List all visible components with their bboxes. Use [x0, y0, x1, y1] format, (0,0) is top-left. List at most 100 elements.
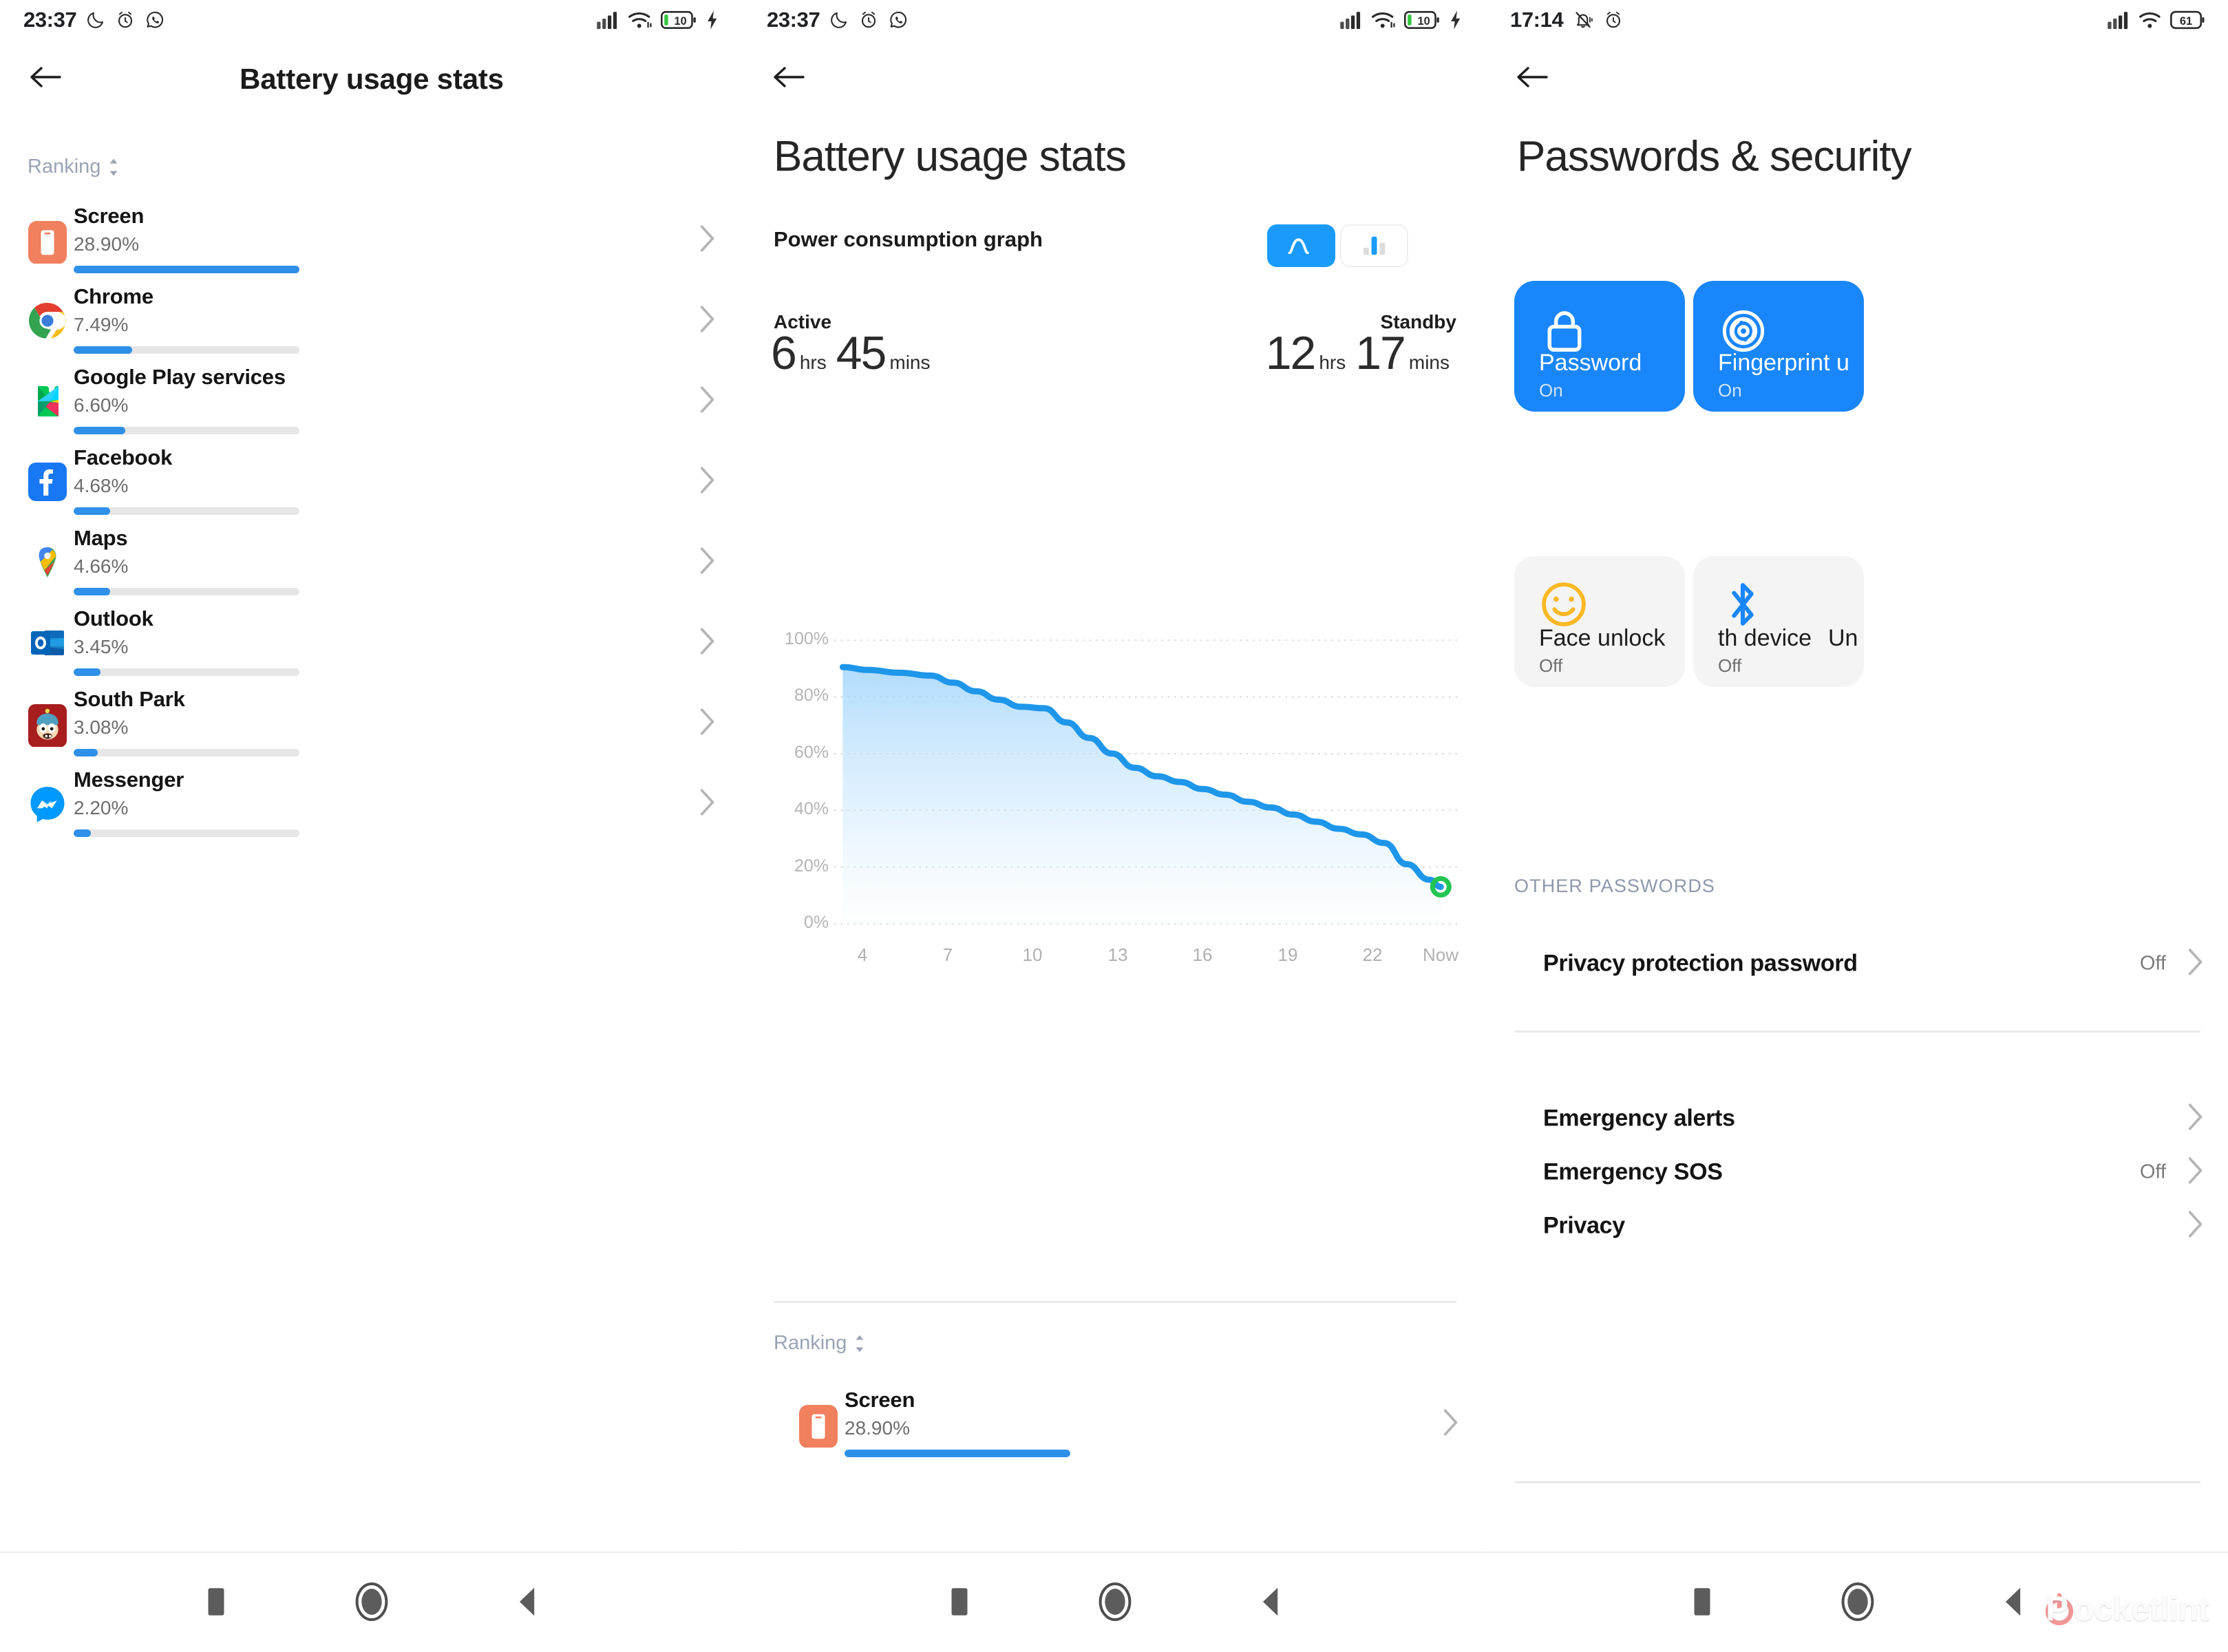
usage-progress-bar — [74, 427, 299, 434]
row-chevron[interactable] — [697, 384, 715, 418]
row-chevron[interactable] — [2185, 947, 2203, 981]
row-chevron[interactable] — [2185, 1156, 2203, 1189]
row-chevron[interactable] — [697, 787, 715, 820]
status-bar-clock: 23:37 — [23, 8, 77, 32]
screen-icon — [28, 220, 67, 264]
app-percent: 28.90% — [845, 1417, 910, 1439]
tile-label: Fingerprint u — [1718, 350, 1849, 376]
row-chevron[interactable] — [697, 223, 715, 257]
bar-graph-toggle[interactable] — [1340, 224, 1408, 267]
facebook-icon — [28, 462, 67, 501]
home-button[interactable] — [1037, 1580, 1193, 1623]
table-row[interactable]: Maps 4.66% — [0, 522, 743, 602]
row-chevron[interactable] — [2185, 1102, 2203, 1136]
recents-square-icon — [951, 1588, 968, 1616]
row-label: Privacy — [1543, 1212, 1625, 1239]
app-name: Google Play services — [74, 365, 286, 389]
app-percent: 28.90% — [74, 233, 139, 255]
table-row[interactable]: Outlook 3.45% — [0, 602, 743, 683]
moon-icon — [831, 12, 847, 28]
section-divider-bottom — [1514, 1481, 2200, 1483]
bluetooth-icon — [1732, 583, 1754, 626]
app-percent: 4.66% — [74, 555, 129, 577]
app-percent: 3.45% — [74, 636, 129, 657]
app-name: Messenger — [74, 767, 184, 792]
recents-button[interactable] — [882, 1586, 1037, 1618]
table-row[interactable]: Google Play services 6.60% — [0, 361, 743, 441]
row-chevron[interactable] — [697, 304, 715, 337]
tile-password[interactable]: Password On — [1514, 281, 1685, 412]
top-nav-row: Battery usage stats — [0, 40, 743, 114]
list-item[interactable]: Privacy — [1487, 1188, 2228, 1264]
home-button[interactable] — [294, 1580, 449, 1623]
app-usage-list: Screen 28.90% — [771, 1384, 1487, 1464]
active-value: 6 hrs 45 mins — [771, 326, 940, 380]
list-item[interactable]: Privacy protection password Off — [1487, 926, 2228, 1002]
home-circle-icon — [355, 1582, 388, 1621]
status-bar-left: 23:37 — [23, 8, 165, 32]
outlook-icon — [28, 624, 67, 662]
row-chevron[interactable] — [697, 465, 715, 498]
wifi-icon — [2139, 12, 2161, 28]
bar-chart-icon — [1363, 236, 1385, 255]
tile-label: Face unlock — [1539, 625, 1666, 651]
standby-mins: 17 — [1355, 327, 1406, 379]
line-graph-toggle[interactable] — [1267, 224, 1335, 267]
back-nav-button[interactable] — [1193, 1585, 1348, 1618]
row-chevron[interactable] — [697, 706, 715, 740]
outlook-icon — [31, 630, 64, 655]
battery-level-text: 61 — [2180, 15, 2192, 28]
active-hours-unit: hrs — [799, 352, 827, 373]
table-row[interactable]: Messenger 2.20% — [0, 763, 743, 844]
tile-bluetooth-device-unlock[interactable]: th device Off Un — [1693, 556, 1864, 687]
back-triangle-icon — [1262, 1587, 1278, 1616]
chevron-right-icon — [700, 385, 714, 413]
row-label: Privacy protection password — [1543, 950, 1858, 977]
watermark-text: ocketlint — [2073, 1589, 2209, 1628]
table-row[interactable]: Chrome 7.49% — [0, 280, 743, 361]
nav-divider — [0, 1552, 743, 1553]
tile-face-unlock[interactable]: Face unlock Off — [1514, 556, 1685, 687]
back-button[interactable] — [758, 47, 818, 107]
fingerprint-icon — [1722, 310, 1765, 352]
row-chevron[interactable] — [697, 545, 715, 579]
table-row[interactable]: Facebook 4.68% — [0, 441, 743, 522]
charging-bolt-icon — [1451, 10, 1461, 30]
south-park-icon — [28, 703, 67, 748]
watermark-lead: P — [2046, 1589, 2068, 1628]
table-row[interactable]: Screen 28.90% — [0, 200, 743, 280]
tile-status: On — [1539, 380, 1563, 401]
home-button[interactable] — [1780, 1580, 1935, 1623]
battery-level-text: 10 — [1418, 15, 1430, 28]
back-triangle-icon — [2005, 1587, 2020, 1616]
table-row[interactable]: South Park 3.08% — [0, 683, 743, 763]
recents-square-icon — [1694, 1588, 1710, 1616]
panel-battery-usage-list: 23:37 10 Battery usage stats Ranking Scr… — [0, 0, 743, 1652]
screen-icon — [799, 1404, 838, 1448]
x-axis-tick: 4 — [857, 944, 868, 965]
recents-button[interactable] — [138, 1586, 294, 1618]
google-play-services-icon — [38, 385, 59, 416]
graph-type-toggle — [1267, 224, 1408, 267]
back-arrow-icon — [1517, 67, 1548, 87]
tile-fingerprint-unlock[interactable]: Fingerprint u On — [1693, 281, 1864, 412]
row-chevron[interactable] — [697, 626, 715, 659]
status-bar-left: 17:14 — [1510, 8, 1624, 32]
y-axis-tick: 0% — [803, 913, 829, 932]
y-axis-tick: 20% — [794, 856, 829, 876]
top-nav-row — [1487, 40, 2228, 114]
status-bar-clock: 17:14 — [1510, 8, 1564, 32]
row-chevron[interactable] — [2185, 1209, 2203, 1243]
recents-button[interactable] — [1624, 1586, 1780, 1618]
table-row[interactable]: Screen 28.90% — [771, 1384, 1487, 1464]
chevron-right-icon — [700, 788, 714, 816]
ranking-sort-button[interactable]: Ranking — [28, 156, 120, 178]
back-nav-button[interactable] — [449, 1585, 605, 1618]
status-bar-left: 23:37 — [767, 8, 909, 32]
back-button[interactable] — [1502, 47, 1561, 107]
row-chevron[interactable] — [1441, 1407, 1458, 1441]
ranking-sort-button[interactable]: Ranking — [774, 1332, 867, 1355]
signal-icon — [1340, 12, 1361, 30]
google-maps-icon — [29, 543, 66, 581]
battery-icon: 10 — [1404, 10, 1439, 29]
